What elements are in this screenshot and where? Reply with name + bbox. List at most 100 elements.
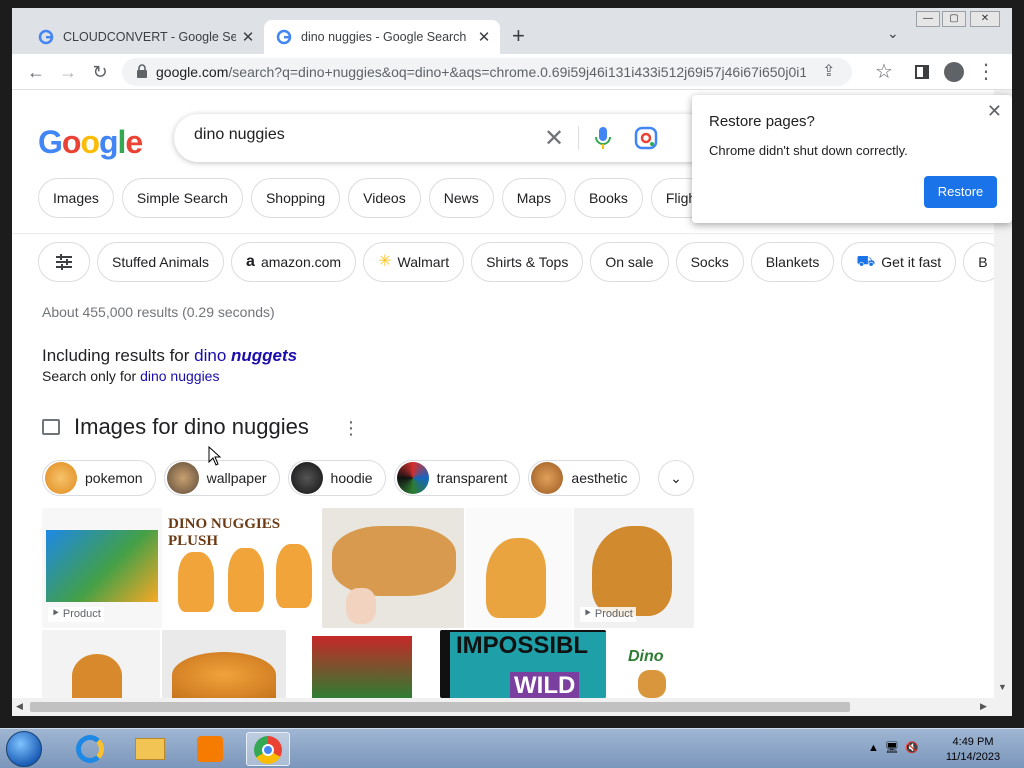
nav-chip-images[interactable]: Images [38,178,114,218]
tab-close-icon[interactable]: ✕ [240,28,256,46]
chrome-taskbar-icon[interactable] [246,732,290,766]
amazon-icon: a [246,253,255,270]
maximize-button[interactable]: ▢ [942,11,966,27]
tab-search-chevron-icon[interactable]: ⌄ [887,25,899,42]
restore-button[interactable]: Restore [924,176,997,208]
nav-chip-books[interactable]: Books [573,178,643,218]
close-window-button[interactable]: ✕ [970,11,1000,27]
filter-chip-get-it-fast[interactable]: ⛟ Get it fast [841,242,957,282]
start-button[interactable] [6,731,42,767]
plush-image [592,526,672,616]
bookmark-star-icon[interactable]: ☆ [872,60,896,84]
new-tab-button[interactable]: + [512,25,525,47]
filter-chip-row: Stuffed Animals a amazon.com ✳ Walmart Shi… [38,242,994,282]
tab-close-icon[interactable]: ✕ [476,28,492,46]
image-result[interactable]: Dino [608,630,694,698]
filter-chip-socks[interactable]: Socks [675,242,744,282]
forward-arrow-icon[interactable]: → [56,60,80,84]
image-result[interactable]: ⯈ Product [574,508,694,628]
search-box[interactable]: ✕ [174,114,714,162]
divider [12,233,994,234]
related-thumb [531,462,564,494]
google-logo[interactable]: Google [38,124,143,161]
tyson-bag-image [312,636,412,698]
side-panel-icon[interactable] [910,60,934,84]
search-only-for: Search only for dino nuggies [42,368,219,384]
impossible-text: IMPOSSIBL [456,632,589,659]
nugget-plate-image [172,652,276,698]
scroll-down-arrow-icon[interactable]: ▼ [998,682,1007,692]
nugget-shape [276,544,312,608]
google-lens-icon[interactable] [634,126,658,150]
address-bar[interactable]: google.com/search?q=dino+nuggies&oq=dino… [122,58,852,86]
scroll-left-arrow-icon[interactable]: ◀ [16,701,23,712]
media-player-icon[interactable] [188,732,232,766]
tune-icon [56,254,72,270]
minimize-button[interactable]: — [916,11,940,27]
corrected-word: dino [194,346,227,365]
filter-chip-walmart[interactable]: ✳ Walmart [363,242,465,282]
clear-search-icon[interactable]: ✕ [544,124,564,153]
filter-chip-more[interactable]: B [963,242,994,282]
scroll-right-arrow-icon[interactable]: ▶ [980,701,987,712]
back-arrow-icon[interactable]: ← [24,60,48,84]
system-tray[interactable]: ▲ 🖥 🔇 [868,741,919,754]
related-chip-pokemon[interactable]: pokemon [42,460,156,496]
tab-cloudconvert[interactable]: CLOUDCONVERT - Google Search ✕ [26,20,264,54]
image-result[interactable] [288,630,438,698]
profile-avatar-icon[interactable] [942,60,966,84]
internet-explorer-icon[interactable] [68,732,112,766]
expand-related-chevron-icon[interactable]: ⌄ [658,460,694,496]
product-box-image [46,530,158,602]
related-label: aesthetic [571,470,628,486]
nav-chip-videos[interactable]: Videos [348,178,421,218]
related-chip-transparent[interactable]: transparent [393,460,521,496]
horizontal-scrollbar[interactable]: ◀ ▶ [12,698,1012,716]
plush-image [332,526,456,596]
image-result[interactable]: ⯈ Product [42,508,162,628]
corrected-query-link[interactable]: dino nuggets [194,346,297,365]
share-icon[interactable]: ⇪ [822,61,835,81]
image-result[interactable] [162,630,286,698]
image-result[interactable] [42,630,160,698]
nav-chip-shopping[interactable]: Shopping [250,178,341,218]
corrected-word-bold: nuggets [231,346,298,365]
filter-chip-shirts-tops[interactable]: Shirts & Tops [471,242,584,282]
related-chip-hoodie[interactable]: hoodie [287,460,386,496]
image-result[interactable]: DINO NUGGIES PLUSH [164,508,320,628]
google-favicon-icon [38,29,54,45]
filter-settings-icon[interactable] [38,242,90,282]
related-chip-aesthetic[interactable]: aesthetic [528,460,641,496]
filter-chip-on-sale[interactable]: On sale [590,242,669,282]
search-separator [578,126,579,150]
related-thumb [166,462,199,494]
filter-chip-blankets[interactable]: Blankets [750,242,835,282]
nav-chip-news[interactable]: News [428,178,494,218]
nav-chip-maps[interactable]: Maps [501,178,566,218]
dialog-close-icon[interactable]: ✕ [987,101,1002,122]
nav-chip-simple-search[interactable]: Simple Search [121,178,243,218]
nav-chip-row: Images Simple Search Shopping Videos New… [38,178,712,218]
menu-kebab-icon[interactable]: ⋮ [974,60,998,84]
product-tag: ⯈ Product [48,607,104,622]
file-explorer-icon[interactable] [128,732,172,766]
microphone-icon[interactable] [594,126,612,150]
image-result[interactable]: IMPOSSIBL WILD [440,630,606,698]
related-thumb [45,462,77,494]
original-query-link[interactable]: dino nuggies [140,368,219,384]
reload-icon[interactable]: ↻ [88,60,112,84]
clock[interactable]: 4:49 PM 11/14/2023 [938,735,1008,765]
image-result[interactable] [322,508,464,628]
horizontal-scroll-thumb[interactable] [30,702,850,712]
including-prefix: Including results for [42,346,195,365]
more-options-icon[interactable]: ⋮ [342,418,360,439]
filter-chip-stuffed-animals[interactable]: Stuffed Animals [97,242,225,282]
filter-chip-label: Get it fast [881,254,942,270]
tab-dino-nuggies[interactable]: dino nuggies - Google Search ✕ [264,20,500,54]
filter-chip-amazon[interactable]: a amazon.com [231,242,357,282]
search-input[interactable] [194,126,514,144]
url-text: google.com/search?q=dino+nuggies&oq=dino… [156,64,806,80]
image-icon [42,419,60,435]
image-result[interactable] [466,508,572,628]
tab-title: dino nuggies - Google Search [301,30,467,44]
